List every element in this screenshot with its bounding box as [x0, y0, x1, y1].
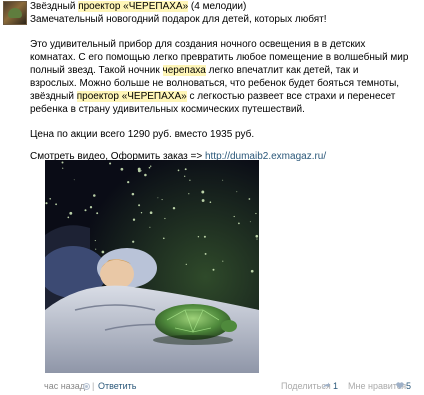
- post-paragraph-line: полный звезд. Такой ночник черепаха легк…: [30, 65, 359, 76]
- post-paragraph-line: Это удивительный прибор для создания ноч…: [30, 39, 366, 50]
- price-text: Цена по акции всего 1290 руб. вместо 193…: [30, 129, 255, 140]
- post-paragraph-line: ребенка в страну удивительных космически…: [30, 104, 305, 115]
- like-count: 5: [406, 381, 412, 391]
- turtle-thumbnail-icon: [8, 8, 22, 18]
- heart-icon[interactable]: [396, 382, 404, 389]
- highlight: проектор «ЧЕРЕПАХА»: [78, 1, 189, 12]
- share-count: 1: [333, 381, 339, 391]
- post-subtitle: Замечательный новогодний подарок для дет…: [30, 14, 327, 25]
- post-photo[interactable]: [45, 160, 259, 373]
- share-icon[interactable]: [322, 382, 330, 389]
- post-paragraph-line: звёздный проектор «ЧЕРЕПАХА» с легкостью…: [30, 91, 396, 102]
- highlight: черепаха: [162, 65, 206, 76]
- footer-separator: |: [92, 381, 95, 391]
- post-footer: час назад | Ответить Поделиться 1 Мне нр…: [0, 380, 424, 394]
- post-body: Звёздный проектор «ЧЕРЕПАХА» (4 мелодии)…: [30, 0, 420, 163]
- highlight: проектор «ЧЕРЕПАХА»: [76, 91, 187, 102]
- post-time[interactable]: час назад: [44, 380, 85, 392]
- reply-button[interactable]: Ответить: [98, 380, 136, 392]
- post-paragraph-line: комнатах. С его помощью легко превратить…: [30, 52, 409, 63]
- post-paragraph-line: взрослых. Можно больше не волноваться, ч…: [30, 78, 400, 89]
- child-with-turtle-projector-image: [45, 160, 259, 373]
- author-avatar[interactable]: [3, 1, 27, 25]
- post-title: Звёздный проектор «ЧЕРЕПАХА» (4 мелодии): [30, 1, 247, 12]
- comment-bubble-icon: [83, 383, 90, 390]
